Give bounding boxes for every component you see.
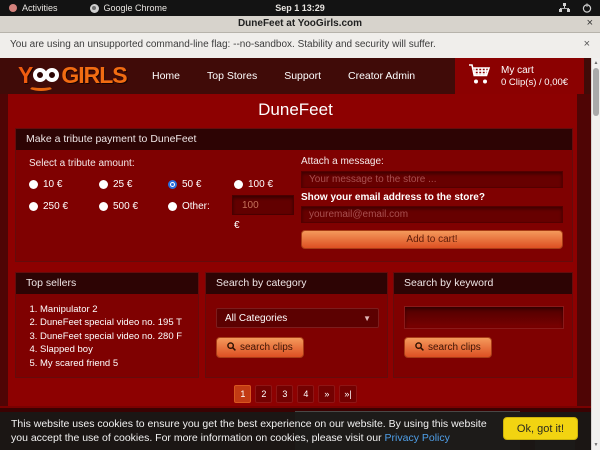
category-search-panel: Search by category All Categories ▼ sear… <box>205 272 388 378</box>
keyword-search-button[interactable]: search clips <box>404 337 492 358</box>
cookie-banner: This website uses cookies to ensure you … <box>0 412 591 450</box>
message-label: Attach a message: <box>301 156 384 167</box>
scroll-up-icon[interactable]: ▲ <box>592 60 600 66</box>
window-title: DuneFeet at YooGirls.com <box>0 18 600 29</box>
cart-icon <box>468 63 492 90</box>
top-seller-item[interactable]: Slapped boy <box>40 343 198 356</box>
top-seller-item[interactable]: DuneFeet special video no. 195 T <box>40 316 198 329</box>
email-label: Show your email address to the store? <box>301 192 485 203</box>
top-seller-item[interactable]: DuneFeet special video no. 280 F <box>40 330 198 343</box>
page-button-4[interactable]: 4 <box>297 385 314 403</box>
amount-option-other[interactable]: Other: <box>168 201 210 212</box>
chevron-down-icon: ▼ <box>363 314 371 323</box>
top-sellers-panel: Top sellers Manipulator 2 DuneFeet speci… <box>15 272 199 378</box>
search-icon <box>415 342 424 354</box>
message-input[interactable] <box>301 171 563 188</box>
warning-close-button[interactable]: × <box>584 38 590 50</box>
amount-option-100[interactable]: 100 € <box>234 179 273 190</box>
main-nav: Home Top Stores Support Creator Admin <box>152 58 415 94</box>
nav-top-stores[interactable]: Top Stores <box>207 70 257 82</box>
top-sellers-header: Top sellers <box>16 273 198 294</box>
my-cart-button[interactable]: My cart 0 Clip(s) / 0,00€ <box>455 58 584 94</box>
keyword-input[interactable] <box>404 306 564 329</box>
nav-home[interactable]: Home <box>152 70 180 82</box>
scroll-down-icon[interactable]: ▼ <box>592 442 600 448</box>
tribute-panel-header: Make a tribute payment to DuneFeet <box>16 129 572 150</box>
keyword-search-panel: Search by keyword search clips <box>393 272 573 378</box>
cart-label: My cart <box>501 65 568 76</box>
top-seller-item[interactable]: Manipulator 2 <box>40 303 198 316</box>
window-titlebar[interactable]: DuneFeet at YooGirls.com × <box>0 16 600 33</box>
logo-smile-icon <box>28 82 54 91</box>
category-search-button[interactable]: search clips <box>216 337 304 358</box>
add-to-cart-button[interactable]: Add to cart! <box>301 230 563 249</box>
radio-icon[interactable] <box>99 180 108 189</box>
category-select-value: All Categories <box>225 313 363 324</box>
pagination: 1 2 3 4 » »| <box>0 385 591 403</box>
amount-option-500[interactable]: 500 € <box>99 201 138 212</box>
cookie-accept-button[interactable]: Ok, got it! <box>503 417 578 440</box>
amount-option-250[interactable]: 250 € <box>29 201 68 212</box>
page-button-3[interactable]: 3 <box>276 385 293 403</box>
warning-message: You are using an unsupported command-lin… <box>10 39 436 50</box>
site-header: Y GIRLS Home Top Stores Support Creator … <box>0 58 591 94</box>
scrollbar-thumb[interactable] <box>593 68 599 116</box>
currency-label: € <box>234 220 240 231</box>
tribute-panel: Make a tribute payment to DuneFeet Selec… <box>15 128 573 262</box>
cookie-message: This website uses cookies to ensure you … <box>11 417 489 446</box>
amount-option-50[interactable]: 50 € <box>168 179 201 190</box>
category-search-header: Search by category <box>206 273 387 294</box>
sandbox-warning-bar: You are using an unsupported command-lin… <box>0 33 600 58</box>
category-select[interactable]: All Categories ▼ <box>216 308 379 328</box>
privacy-policy-link[interactable]: Privacy Policy <box>385 432 450 444</box>
logo-eye-icon <box>45 68 59 82</box>
amount-option-25[interactable]: 25 € <box>99 179 132 190</box>
page-button-next[interactable]: » <box>318 385 335 403</box>
clock[interactable]: Sep 1 13:29 <box>0 3 600 13</box>
radio-checked-icon[interactable] <box>168 180 177 189</box>
top-seller-item[interactable]: My scared friend 5 <box>40 357 198 370</box>
power-icon[interactable] <box>582 3 592 13</box>
network-icon[interactable] <box>559 3 570 13</box>
keyword-search-header: Search by keyword <box>394 273 572 294</box>
window-close-button[interactable]: × <box>587 17 593 29</box>
other-amount-input[interactable] <box>232 195 294 215</box>
desktop-top-bar: Activities Google Chrome Sep 1 13:29 <box>0 0 600 16</box>
nav-support[interactable]: Support <box>284 70 321 82</box>
radio-icon[interactable] <box>234 180 243 189</box>
page-title: DuneFeet <box>0 100 591 120</box>
page-button-1[interactable]: 1 <box>234 385 251 403</box>
amount-option-10[interactable]: 10 € <box>29 179 62 190</box>
search-icon <box>227 342 236 354</box>
radio-icon[interactable] <box>29 202 38 211</box>
page-scrollbar[interactable]: ▲ ▼ <box>591 58 600 450</box>
amount-label: Select a tribute amount: <box>29 158 135 169</box>
page-button-2[interactable]: 2 <box>255 385 272 403</box>
top-sellers-list: Manipulator 2 DuneFeet special video no.… <box>40 303 198 370</box>
page-viewport: Y GIRLS Home Top Stores Support Creator … <box>0 58 600 450</box>
radio-icon[interactable] <box>168 202 177 211</box>
logo-letters-girls: GIRLS <box>61 62 126 89</box>
page-button-last[interactable]: »| <box>339 385 356 403</box>
radio-icon[interactable] <box>99 202 108 211</box>
nav-creator-admin[interactable]: Creator Admin <box>348 70 415 82</box>
email-input[interactable] <box>301 206 563 223</box>
cart-summary: 0 Clip(s) / 0,00€ <box>501 77 568 88</box>
yoogirls-logo[interactable]: Y GIRLS <box>18 62 127 88</box>
radio-icon[interactable] <box>29 180 38 189</box>
